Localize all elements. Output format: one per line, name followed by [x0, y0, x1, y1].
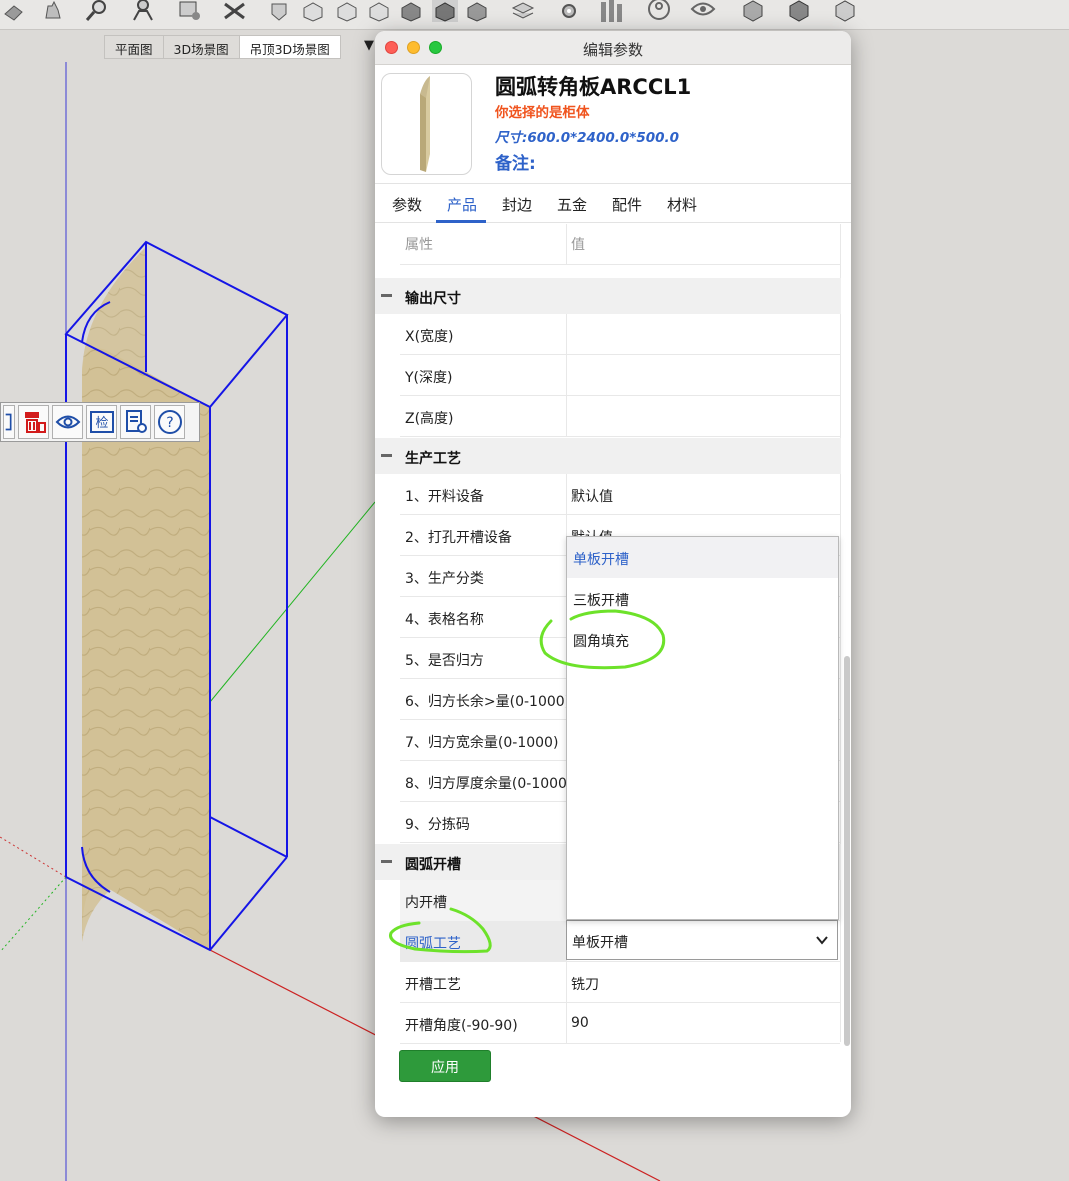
eye-icon[interactable] — [690, 0, 716, 22]
document-icon[interactable] — [120, 405, 151, 439]
box-icon[interactable] — [464, 0, 490, 22]
box-icon[interactable] — [398, 0, 424, 22]
avatar-icon[interactable] — [646, 0, 672, 22]
tools-icon[interactable] — [222, 0, 248, 22]
bars-icon[interactable] — [598, 0, 624, 22]
axis-green — [209, 501, 376, 703]
cube-icon[interactable] — [740, 0, 766, 22]
box-icon[interactable] — [334, 0, 360, 22]
select-corner-icon[interactable] — [3, 405, 15, 439]
scene-tabs: 平面图 3D场景图 吊顶3D场景图 — [104, 35, 341, 59]
layers-icon[interactable] — [510, 0, 536, 22]
cube-icon[interactable] — [786, 0, 812, 22]
check-icon-label: 检 — [95, 416, 108, 431]
scene-tabs-more-arrow[interactable]: ▼ — [364, 38, 374, 53]
annotation-marks — [389, 609, 666, 954]
cube-icon[interactable] — [832, 0, 858, 22]
gear-icon[interactable] — [556, 0, 582, 22]
help-icon[interactable]: ? — [154, 405, 185, 439]
scene-tab-3d[interactable]: 3D场景图 — [162, 35, 239, 59]
scene-tab-ceiling-3d[interactable]: 吊顶3D场景图 — [238, 35, 341, 59]
annotation-circle-rounded-fill — [539, 609, 666, 670]
delete-red-icon[interactable] — [18, 405, 49, 439]
edit-params-dialog: 编辑参数 圆弧转角板ARCCL1 你选择的是柜体 尺寸:600.0*2400.0… — [375, 31, 851, 1117]
annotation-circle-arc-process — [389, 907, 492, 954]
svg-text:?: ? — [166, 415, 173, 431]
arrow-down-icon[interactable] — [266, 0, 292, 22]
person-icon[interactable] — [130, 0, 156, 22]
scene-tab-plan[interactable]: 平面图 — [104, 35, 163, 59]
axis-green-dotted — [0, 876, 67, 953]
axis-red-dotted — [0, 836, 67, 878]
main-toolbar — [0, 0, 1069, 30]
panel-curve — [82, 247, 146, 942]
zoom-icon[interactable] — [176, 0, 202, 22]
hand-icon[interactable] — [40, 0, 66, 22]
floating-edit-toolbar: 检 ? — [0, 402, 200, 442]
check-icon[interactable]: 检 — [86, 405, 117, 439]
magnify-icon[interactable] — [84, 0, 110, 22]
eye-icon[interactable] — [52, 405, 83, 439]
box-icon[interactable] — [432, 0, 458, 22]
box-icon[interactable] — [300, 0, 326, 22]
push-pull-icon[interactable] — [2, 0, 28, 22]
box-icon[interactable] — [366, 0, 392, 22]
